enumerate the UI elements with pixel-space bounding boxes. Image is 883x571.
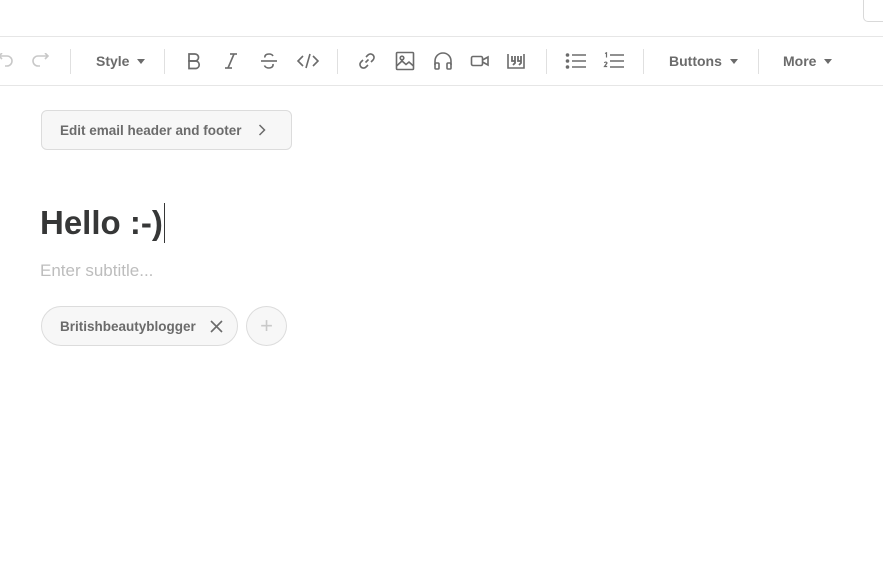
style-dropdown[interactable]: Style bbox=[96, 49, 146, 73]
tag-label: Britishbeautyblogger bbox=[60, 318, 196, 334]
post-title-text: Hello :-) bbox=[40, 204, 163, 241]
chevron-down-icon bbox=[729, 58, 738, 64]
style-label: Style bbox=[96, 53, 130, 69]
audio-icon[interactable] bbox=[432, 49, 454, 73]
add-tag-button[interactable]: + bbox=[246, 306, 287, 346]
strikethrough-icon[interactable] bbox=[258, 49, 280, 73]
more-dropdown[interactable]: More bbox=[783, 49, 833, 73]
image-icon[interactable] bbox=[394, 49, 416, 73]
chevron-down-icon bbox=[824, 58, 833, 64]
post-title[interactable]: Hello :-) bbox=[40, 200, 166, 246]
toolbar-separator bbox=[643, 49, 644, 74]
blockquote-icon[interactable] bbox=[505, 49, 527, 73]
toolbar-separator bbox=[164, 49, 165, 74]
text-cursor bbox=[163, 203, 166, 243]
subtitle-input[interactable] bbox=[40, 259, 440, 283]
more-label: More bbox=[783, 53, 817, 69]
plus-icon: + bbox=[260, 313, 273, 338]
bold-icon[interactable] bbox=[183, 49, 205, 73]
toolbar-separator bbox=[70, 49, 71, 74]
toolbar-separator bbox=[546, 49, 547, 74]
chevron-down-icon bbox=[137, 58, 146, 64]
video-icon[interactable] bbox=[469, 49, 491, 73]
editor-toolbar: Style Buttons More bbox=[0, 37, 883, 86]
bulleted-list-icon[interactable] bbox=[564, 49, 588, 73]
toolbar-separator bbox=[758, 49, 759, 74]
edit-header-footer-button[interactable]: Edit email header and footer bbox=[41, 110, 292, 150]
toolbar-separator bbox=[337, 49, 338, 74]
undo-icon[interactable] bbox=[0, 49, 16, 73]
code-icon[interactable] bbox=[295, 49, 321, 73]
top-bar bbox=[0, 0, 883, 37]
buttons-dropdown[interactable]: Buttons bbox=[669, 49, 738, 73]
buttons-label: Buttons bbox=[669, 53, 722, 69]
numbered-list-icon[interactable] bbox=[602, 49, 626, 73]
close-icon[interactable] bbox=[210, 319, 223, 333]
redo-icon[interactable] bbox=[30, 49, 52, 73]
italic-icon[interactable] bbox=[220, 49, 242, 73]
edit-header-footer-label: Edit email header and footer bbox=[60, 122, 242, 138]
chevron-right-icon bbox=[258, 124, 266, 136]
tag-chip: Britishbeautyblogger bbox=[41, 306, 238, 346]
link-icon[interactable] bbox=[356, 49, 378, 73]
top-right-button[interactable] bbox=[863, 0, 883, 22]
